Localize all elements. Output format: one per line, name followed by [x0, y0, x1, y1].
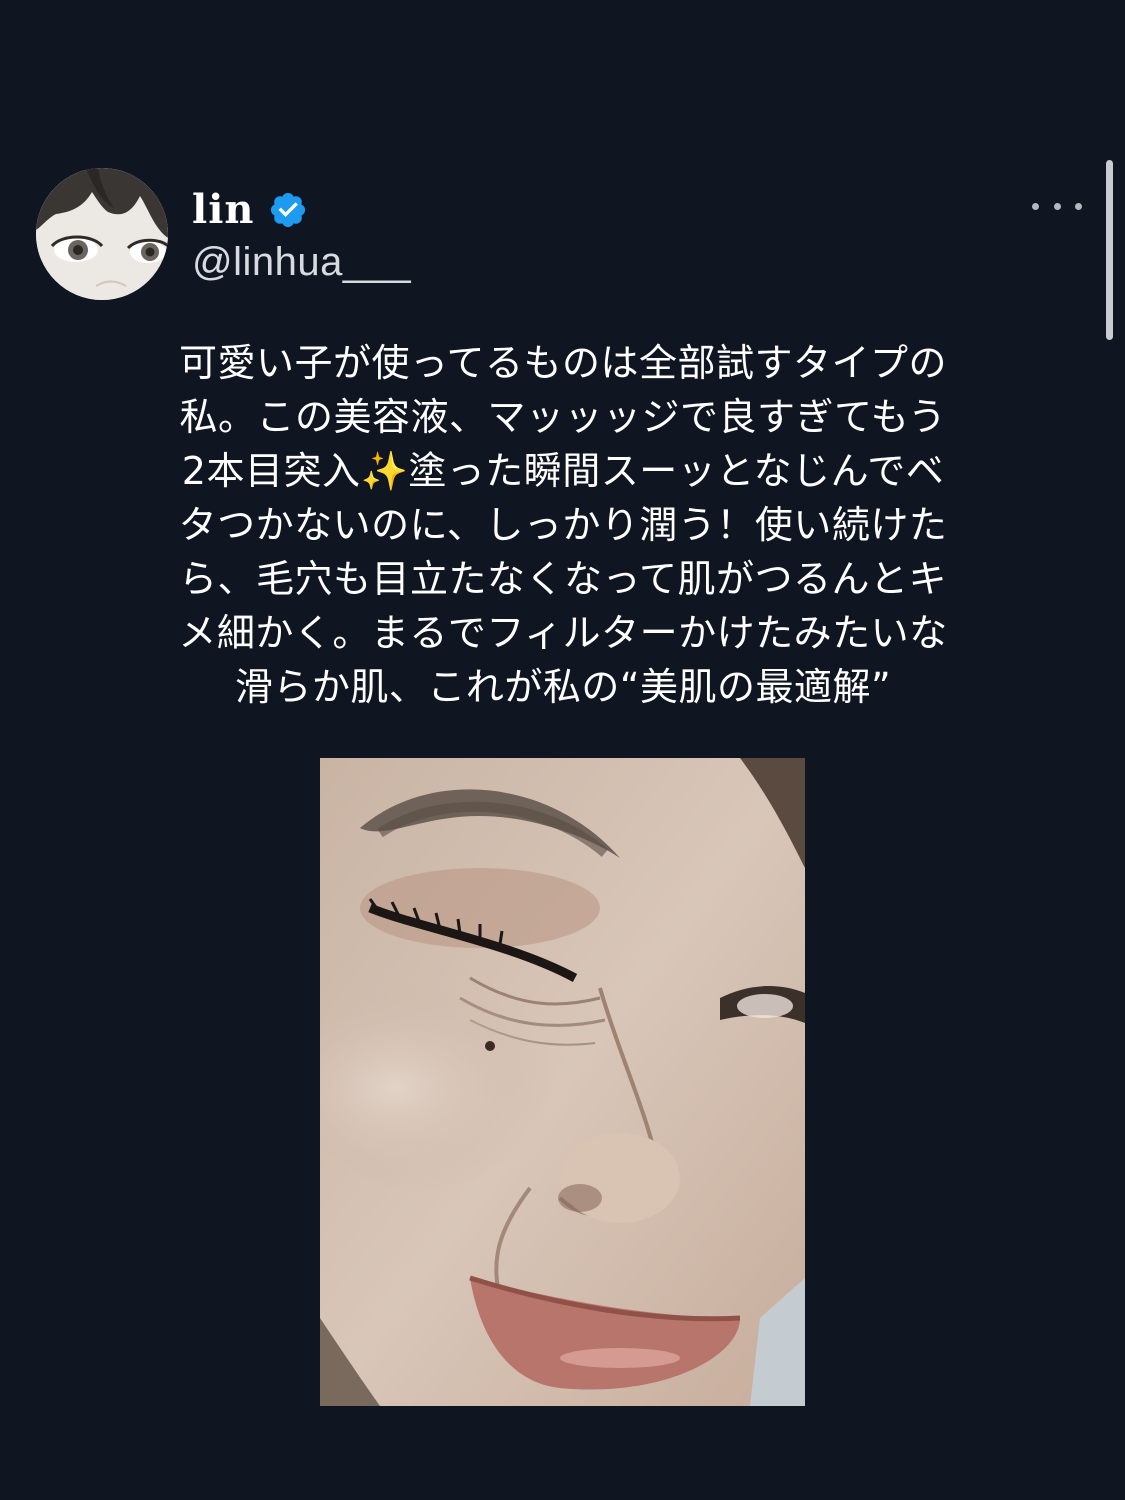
tweet-header: lin @linhua___	[36, 168, 1096, 308]
verified-badge-icon	[271, 192, 306, 228]
author-name-row[interactable]: lin	[192, 182, 308, 238]
tweet-photo[interactable]	[320, 758, 805, 1406]
tweet-text: 可愛い子が使ってるものは全部試すタイプの 私。この美容液、マッッッジで良すぎても…	[178, 341, 948, 709]
more-dot-icon	[1053, 202, 1061, 210]
more-options-button[interactable]	[1032, 194, 1082, 218]
photo-image	[320, 758, 805, 1406]
more-dot-icon	[1075, 202, 1082, 210]
scrollbar[interactable]	[1106, 160, 1113, 340]
display-name[interactable]: lin	[192, 190, 254, 230]
avatar[interactable]	[36, 168, 168, 300]
author-handle[interactable]: @linhua___	[192, 240, 411, 285]
more-dot-icon	[1032, 202, 1039, 210]
avatar-image	[36, 168, 168, 300]
